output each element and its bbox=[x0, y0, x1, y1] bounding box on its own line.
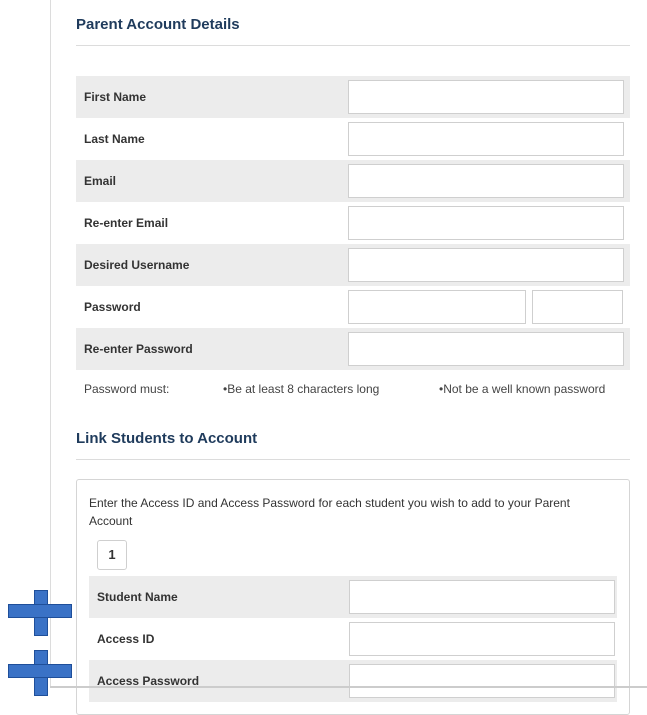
password-rules: Password must: •Be at least 8 characters… bbox=[76, 382, 630, 396]
student-name-label: Student Name bbox=[97, 590, 178, 604]
email-label: Email bbox=[84, 174, 117, 188]
reenter-email-label: Re-enter Email bbox=[84, 216, 169, 230]
student-name-input[interactable] bbox=[349, 580, 615, 614]
link-students-panel: Enter the Access ID and Access Password … bbox=[76, 479, 630, 715]
form-row-reenter-password: Re-enter Password bbox=[76, 328, 630, 370]
password-rules-intro: Password must: bbox=[84, 382, 170, 396]
access-password-input[interactable] bbox=[349, 664, 615, 698]
form-row-username: Desired Username bbox=[76, 244, 630, 286]
student-form: Student Name Access ID Access Password bbox=[89, 576, 617, 702]
parent-account-section-title: Parent Account Details bbox=[76, 16, 630, 46]
reenter-password-input[interactable] bbox=[348, 332, 624, 366]
desired-username-input[interactable] bbox=[348, 248, 624, 282]
form-row-student-name: Student Name bbox=[89, 576, 617, 618]
access-id-label: Access ID bbox=[97, 632, 155, 646]
bottom-divider bbox=[50, 686, 647, 688]
last-name-label: Last Name bbox=[84, 132, 145, 146]
password-strength-field bbox=[532, 290, 623, 324]
plus-cross-icon bbox=[8, 590, 72, 636]
password-input[interactable] bbox=[348, 290, 526, 324]
form-row-access-id: Access ID bbox=[89, 618, 617, 660]
desired-username-label: Desired Username bbox=[84, 258, 190, 272]
form-row-password: Password bbox=[76, 286, 630, 328]
first-name-label: First Name bbox=[84, 90, 147, 104]
reenter-password-label: Re-enter Password bbox=[84, 342, 193, 356]
form-row-email: Email bbox=[76, 160, 630, 202]
access-id-input[interactable] bbox=[349, 622, 615, 656]
reenter-email-input[interactable] bbox=[348, 206, 624, 240]
email-input[interactable] bbox=[348, 164, 624, 198]
link-students-section-title: Link Students to Account bbox=[76, 430, 630, 460]
left-vertical-rule bbox=[50, 0, 51, 688]
password-rule-length: •Be at least 8 characters long bbox=[223, 382, 380, 396]
last-name-input[interactable] bbox=[348, 122, 624, 156]
form-row-last-name: Last Name bbox=[76, 118, 630, 160]
form-row-access-password: Access Password bbox=[89, 660, 617, 702]
password-rule-common: •Not be a well known password bbox=[439, 382, 606, 396]
student-number-badge: 1 bbox=[97, 540, 127, 570]
password-label: Password bbox=[84, 300, 141, 314]
signup-form: Parent Account Details First Name Last N… bbox=[76, 0, 630, 715]
form-row-first-name: First Name bbox=[76, 76, 630, 118]
first-name-input[interactable] bbox=[348, 80, 624, 114]
form-row-reenter-email: Re-enter Email bbox=[76, 202, 630, 244]
link-instructions: Enter the Access ID and Access Password … bbox=[89, 496, 570, 528]
plus-cross-icon bbox=[8, 650, 72, 696]
parent-account-form: First Name Last Name Email Re-enter Emai… bbox=[76, 76, 630, 370]
